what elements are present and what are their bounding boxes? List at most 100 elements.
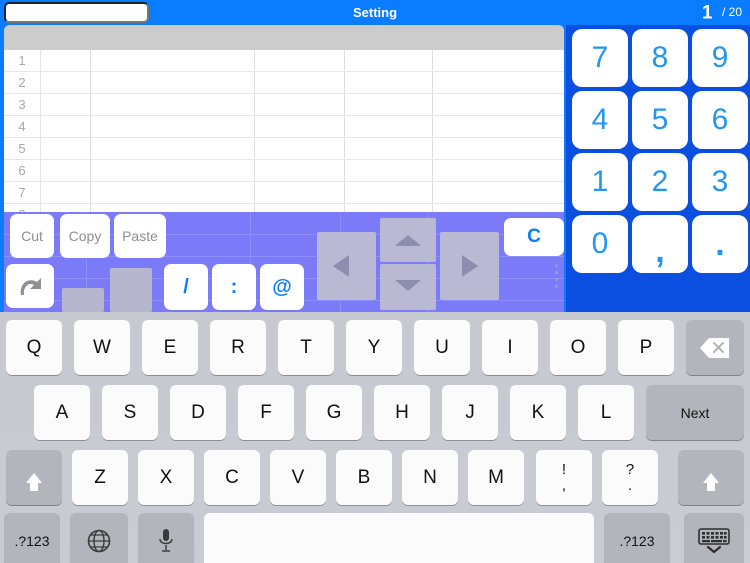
arrow-left-button[interactable]	[317, 232, 376, 300]
paste-button[interactable]: Paste	[114, 214, 166, 258]
key-upper-glyph: !	[561, 461, 567, 478]
placeholder-key-b[interactable]	[110, 268, 152, 312]
keyboard-dismiss-icon	[698, 527, 730, 553]
table-row[interactable]: 4	[4, 116, 564, 138]
top-bar: Setting 1 / 20	[0, 0, 750, 25]
colon-key[interactable]: :	[212, 264, 256, 310]
arrow-down-button[interactable]	[380, 264, 436, 310]
key-r[interactable]: R	[210, 320, 266, 375]
key-question-period[interactable]: ? .	[602, 450, 658, 505]
key-exclamation-comma[interactable]: ! ,	[536, 450, 592, 505]
table-row[interactable]: 7	[4, 182, 564, 204]
globe-icon	[87, 529, 111, 552]
key-y[interactable]: Y	[346, 320, 402, 375]
spreadsheet-column-header[interactable]	[4, 25, 564, 50]
numpad-key-3[interactable]: 3	[692, 153, 748, 211]
row-number: 2	[18, 75, 26, 90]
key-o[interactable]: O	[550, 320, 606, 375]
table-row[interactable]: 5	[4, 138, 564, 160]
placeholder-key-a[interactable]	[62, 288, 104, 312]
key-lower-glyph: ,	[561, 477, 567, 494]
key-c[interactable]: C	[204, 450, 260, 505]
numpad-key-period[interactable]: .	[692, 215, 748, 273]
numpad-key-7[interactable]: 7	[572, 29, 628, 87]
key-d[interactable]: D	[170, 385, 226, 440]
numpad-key-5[interactable]: 5	[632, 91, 688, 149]
arrow-right-button[interactable]	[440, 232, 499, 300]
key-w[interactable]: W	[74, 320, 130, 375]
undo-button[interactable]	[6, 264, 54, 308]
arrow-up-icon	[395, 235, 421, 246]
slash-key[interactable]: /	[164, 264, 208, 310]
key-u[interactable]: U	[414, 320, 470, 375]
shift-left-key[interactable]	[6, 450, 62, 505]
numpad-key-0[interactable]: 0	[572, 215, 628, 273]
row-number: 3	[18, 97, 26, 112]
numpad-key-9[interactable]: 9	[692, 29, 748, 87]
row-number: 7	[18, 185, 26, 200]
numpad-key-6[interactable]: 6	[692, 91, 748, 149]
dismiss-keyboard-key[interactable]	[684, 513, 744, 563]
undo-arrow-icon	[20, 278, 41, 295]
shift-right-key[interactable]	[678, 450, 744, 505]
cut-button[interactable]: Cut	[10, 214, 54, 258]
numpad-key-4[interactable]: 4	[572, 91, 628, 149]
clear-button[interactable]: C	[504, 218, 564, 256]
arrow-left-icon	[333, 255, 349, 277]
table-row[interactable]: 2	[4, 72, 564, 94]
key-i[interactable]: I	[482, 320, 538, 375]
table-row[interactable]: 1	[4, 50, 564, 72]
key-x[interactable]: X	[138, 450, 194, 505]
table-row[interactable]: 6	[4, 160, 564, 182]
shift-up-arrow-icon	[703, 472, 719, 491]
row-number: 4	[18, 119, 26, 134]
numeric-keypad: 7 8 9 4 5 6 1 2 3 0 , .	[566, 25, 750, 312]
key-e[interactable]: E	[142, 320, 198, 375]
backspace-key[interactable]	[686, 320, 744, 375]
numpad-key-8[interactable]: 8	[632, 29, 688, 87]
row-number: 1	[18, 53, 26, 68]
globe-key[interactable]	[70, 513, 128, 563]
key-s[interactable]: S	[102, 385, 158, 440]
copy-button[interactable]: Copy	[60, 214, 110, 258]
numpad-key-1[interactable]: 1	[572, 153, 628, 211]
page-total: / 20	[721, 5, 742, 20]
arrow-up-button[interactable]	[380, 218, 436, 262]
key-lower-glyph: .	[627, 477, 633, 494]
key-upper-glyph: ?	[625, 461, 635, 478]
table-row[interactable]: 3	[4, 94, 564, 116]
row-number: 5	[18, 141, 26, 156]
arrow-down-icon	[395, 280, 421, 291]
numeric-mode-left-key[interactable]: .?123	[4, 513, 60, 563]
key-b[interactable]: B	[336, 450, 392, 505]
at-key[interactable]: @	[260, 264, 304, 310]
key-t[interactable]: T	[278, 320, 334, 375]
shift-up-arrow-icon	[26, 472, 42, 491]
resize-handle-dots[interactable]	[555, 264, 558, 292]
key-j[interactable]: J	[442, 385, 498, 440]
dictation-key[interactable]	[138, 513, 194, 563]
space-key[interactable]	[204, 513, 594, 563]
key-q[interactable]: Q	[6, 320, 62, 375]
next-key[interactable]: Next	[646, 385, 744, 440]
key-g[interactable]: G	[306, 385, 362, 440]
key-v[interactable]: V	[270, 450, 326, 505]
page-counter: 1 / 20	[702, 0, 742, 25]
page-current: 1	[701, 2, 713, 24]
key-n[interactable]: N	[402, 450, 458, 505]
page-title: Setting	[352, 5, 398, 20]
microphone-icon	[159, 528, 173, 552]
key-m[interactable]: M	[468, 450, 524, 505]
key-f[interactable]: F	[238, 385, 294, 440]
numpad-key-2[interactable]: 2	[632, 153, 688, 211]
key-a[interactable]: A	[34, 385, 90, 440]
virtual-keyboard: Q W E R T Y U I O P A S D F G H J K L Ne…	[0, 312, 750, 563]
key-l[interactable]: L	[578, 385, 634, 440]
numpad-key-comma[interactable]: ,	[632, 215, 688, 273]
row-number: 6	[18, 163, 26, 178]
key-p[interactable]: P	[618, 320, 674, 375]
key-h[interactable]: H	[374, 385, 430, 440]
key-k[interactable]: K	[510, 385, 566, 440]
key-z[interactable]: Z	[72, 450, 128, 505]
numeric-mode-right-key[interactable]: .?123	[604, 513, 670, 563]
